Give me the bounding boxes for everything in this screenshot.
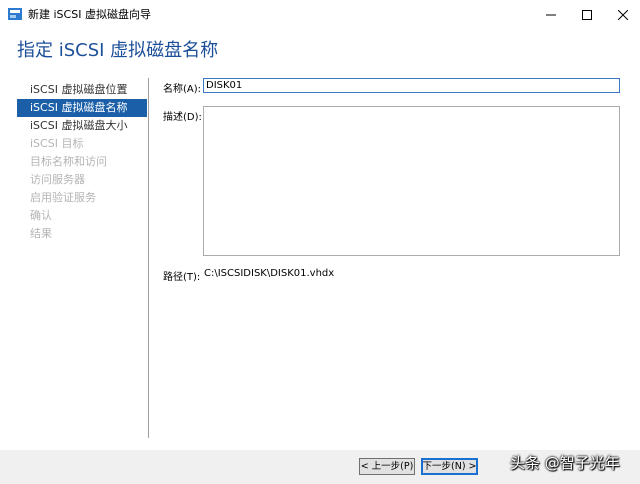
app-icon <box>8 8 22 20</box>
description-label: 描述(D): <box>163 112 202 123</box>
watermark-text: 头条 @智子光年 <box>510 454 620 472</box>
minimize-icon <box>546 14 556 16</box>
nav-item-disk-location[interactable]: iSCSI 虚拟磁盘位置 <box>17 81 147 99</box>
path-value: C:\ISCSIDISK\DISK01.vhdx <box>204 268 335 279</box>
nav-item-enable-auth: 启用验证服务 <box>30 191 96 204</box>
nav-item-target-name-access: 目标名称和访问 <box>30 155 107 168</box>
wizard-header: 指定 iSCSI 虚拟磁盘名称 <box>0 30 640 72</box>
nav-item-iscsi-target: iSCSI 目标 <box>30 137 84 150</box>
description-textarea[interactable] <box>203 106 620 256</box>
path-label: 路径(T): <box>163 272 201 283</box>
wizard-nav: iSCSI 虚拟磁盘位置 iSCSI 虚拟磁盘名称 iSCSI 虚拟磁盘大小 i… <box>17 81 147 243</box>
close-icon <box>618 10 628 20</box>
wizard-content: iSCSI 虚拟磁盘位置 iSCSI 虚拟磁盘名称 iSCSI 虚拟磁盘大小 i… <box>0 72 640 450</box>
nav-item-disk-size[interactable]: iSCSI 虚拟磁盘大小 <box>17 117 147 135</box>
close-button[interactable] <box>600 0 640 30</box>
title-bar: 新建 iSCSI 虚拟磁盘向导 <box>0 0 640 30</box>
nav-divider <box>148 78 149 438</box>
previous-button[interactable]: < 上一步(P) <box>359 458 415 475</box>
nav-item-results: 结果 <box>30 227 52 240</box>
window-title: 新建 iSCSI 虚拟磁盘向导 <box>28 8 151 21</box>
maximize-icon <box>582 10 592 20</box>
name-input[interactable] <box>203 78 620 93</box>
nav-item-access-servers: 访问服务器 <box>30 173 85 186</box>
page-title: 指定 iSCSI 虚拟磁盘名称 <box>17 40 219 61</box>
name-label: 名称(A): <box>163 84 202 95</box>
next-button[interactable]: 下一步(N) > <box>421 458 478 475</box>
nav-item-confirm: 确认 <box>30 209 52 222</box>
nav-item-disk-name[interactable]: iSCSI 虚拟磁盘名称 <box>17 99 147 117</box>
